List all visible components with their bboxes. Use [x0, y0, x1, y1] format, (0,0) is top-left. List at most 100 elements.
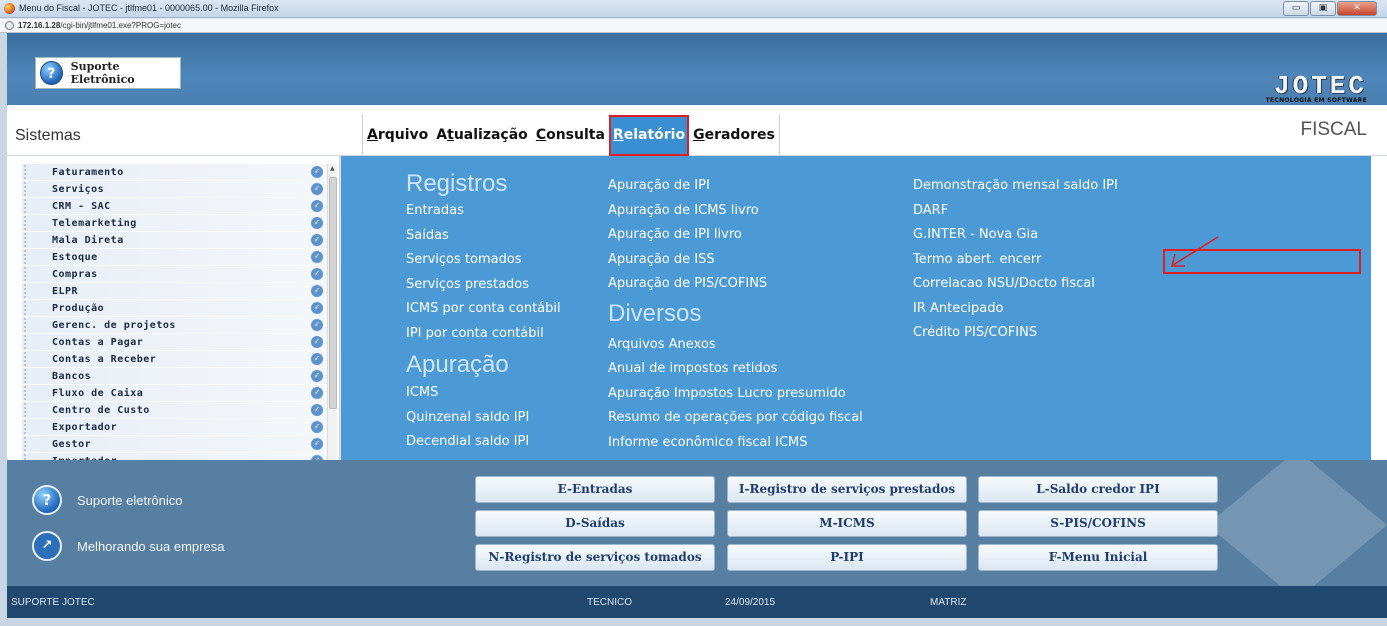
sidebar-item-estoque[interactable]: Estoque ✓	[22, 249, 335, 266]
quick-button-n-registro-de-servicos-tomados[interactable]: N-Registro de serviços tomados	[475, 544, 715, 571]
sidebar-item-gestor[interactable]: Gestor ✓	[22, 436, 335, 453]
report-link-termo-abert-encerr[interactable]: Termo abert. encerr	[913, 248, 1118, 273]
report-link-informe-economico-fiscal-icms[interactable]: Informe econômico fiscal ICMS	[608, 431, 863, 456]
report-link-apuracao-de-ipi-livro[interactable]: Apuração de IPI livro	[608, 223, 863, 248]
globe-icon	[5, 21, 14, 30]
report-link-entradas[interactable]: Entradas	[406, 199, 561, 224]
column-apuracoes: Apuração de IPI Apuração de ICMS livro Apu…	[608, 174, 863, 455]
report-link-apuracao-impostos-lucro-presumido[interactable]: Apuração Impostos Lucro presumido	[608, 382, 863, 407]
check-icon: ✓	[311, 166, 323, 178]
report-link-arquivos-anexos[interactable]: Arquivos Anexos	[608, 333, 863, 358]
report-link-servicos-tomados[interactable]: Serviços tomados	[406, 248, 561, 273]
sidebar-item-servicos[interactable]: Serviços ✓	[22, 181, 335, 198]
report-link-decendial-saldo-ipi[interactable]: Decendial saldo IPI	[406, 430, 561, 455]
sidebar-item-contas-a-pagar[interactable]: Contas a Pagar ✓	[22, 334, 335, 351]
sidebar-item-fluxo-de-caixa[interactable]: Fluxo de Caixa ✓	[22, 385, 335, 402]
report-link-icms[interactable]: ICMS	[406, 381, 561, 406]
sidebar-item-label: Telemarketing	[52, 217, 137, 229]
drag-handle-icon	[24, 165, 34, 179]
check-icon: ✓	[311, 353, 323, 365]
quick-button-i-registro-de-servicos-prestados[interactable]: I-Registro de serviços prestados	[727, 476, 967, 503]
quick-button-l-saldo-credor-ipi[interactable]: L-Saldo credor IPI	[978, 476, 1218, 503]
menu-relatorio[interactable]: Relatório	[608, 115, 690, 156]
report-link-apuracao-de-ipi[interactable]: Apuração de IPI	[608, 174, 863, 199]
report-link-demonstracao-mensal-saldo-ipi[interactable]: Demonstração mensal saldo IPI	[913, 174, 1118, 199]
help-icon: ?	[32, 485, 62, 515]
sidebar-item-producao[interactable]: Produção ✓	[22, 300, 335, 317]
sidebar-item-telemarketing[interactable]: Telemarketing ✓	[22, 215, 335, 232]
sidebar-item-centro-de-custo[interactable]: Centro de Custo ✓	[22, 402, 335, 419]
drag-handle-icon	[24, 369, 34, 383]
status-company: SUPORTE JOTEC	[11, 597, 95, 608]
info-suporte[interactable]: ? Suporte eletrônico	[32, 485, 183, 515]
sidebar-item-mala-direta[interactable]: Mala Direta ✓	[22, 232, 335, 249]
report-link-credito-pis-cofins[interactable]: Crédito PIS/COFINS	[913, 321, 1118, 346]
sidebar-item-exportador[interactable]: Exportador ✓	[22, 419, 335, 436]
maximize-button[interactable]: ▣	[1310, 1, 1336, 16]
quick-button-e-entradas[interactable]: E-Entradas	[475, 476, 715, 503]
check-icon: ✓	[311, 234, 323, 246]
suporte-label: Suporte Eletrônico	[70, 60, 135, 86]
sidebar-item-crm-sac[interactable]: CRM - SAC ✓	[22, 198, 335, 215]
report-link-darf[interactable]: DARF	[913, 199, 1118, 224]
menu-atualizacao[interactable]: Atualização	[432, 115, 532, 156]
drag-handle-icon	[24, 216, 34, 230]
suporte-eletronico-button[interactable]: ? Suporte Eletrônico	[35, 57, 181, 89]
report-link-servicos-prestados[interactable]: Serviços prestados	[406, 273, 561, 298]
drag-handle-icon	[24, 284, 34, 298]
sidebar-item-label: Produção	[52, 302, 105, 314]
report-link-saidas[interactable]: Saídas	[406, 224, 561, 249]
sistemas-title: Sistemas	[15, 127, 81, 144]
sidebar-item-gerenc-de-projetos[interactable]: Gerenc. de projetos ✓	[22, 317, 335, 334]
sidebar-item-elpr[interactable]: ELPR ✓	[22, 283, 335, 300]
report-link-anual-de-impostos-retidos[interactable]: Anual de impostos retidos	[608, 357, 863, 382]
report-link-ipi-por-conta-contabil[interactable]: IPI por conta contábil	[406, 322, 561, 347]
check-icon: ✓	[311, 421, 323, 433]
menu-arquivo[interactable]: Arquivo	[363, 115, 432, 156]
quick-button-s-pis-cofins[interactable]: S-PIS/COFINS	[978, 510, 1218, 537]
report-link-apuracao-de-icms-livro[interactable]: Apuração de ICMS livro	[608, 199, 863, 224]
drag-handle-icon	[24, 301, 34, 315]
jotec-logo-text: JOTEC	[1273, 71, 1367, 101]
check-icon: ✓	[311, 404, 323, 416]
menu-row: Sistemas Arquivo Atualização Consulta Re…	[7, 105, 1387, 156]
status-date: 24/09/2015	[725, 597, 776, 608]
address-bar[interactable]: 172.16.1.28/cgi-bin/jtlfme01.exe?PROG=jo…	[0, 19, 1387, 33]
sidebar-item-faturamento[interactable]: Faturamento ✓	[22, 164, 335, 181]
sidebar: Faturamento ✓ Serviços ✓ CRM - SAC ✓ Telemarke…	[7, 156, 340, 460]
report-link-g-inter-nova-gia[interactable]: G.INTER - Nova Gia	[913, 223, 1118, 248]
report-link-quinzenal-saldo-ipi[interactable]: Quinzenal saldo IPI	[406, 406, 561, 431]
drag-handle-icon	[24, 335, 34, 349]
sidebar-scrollbar[interactable]: ▲	[327, 164, 337, 460]
quick-button-d-saidas[interactable]: D-Saídas	[475, 510, 715, 537]
sidebar-item-compras[interactable]: Compras ✓	[22, 266, 335, 283]
scroll-up-arrow-icon[interactable]: ▲	[330, 165, 335, 172]
url-host: 172.16.1.28	[18, 21, 61, 30]
info-melhorando[interactable]: ↗ Melhorando sua empresa	[32, 531, 224, 561]
report-link-resumo-de-operacoes-por-codigo-fiscal[interactable]: Resumo de operações por código fiscal	[608, 406, 863, 431]
jotec-logo: JOTEC TECNOLOGIA EM SOFTWARE	[1237, 71, 1367, 104]
firefox-icon	[4, 3, 15, 14]
scrollbar-thumb[interactable]	[329, 177, 337, 409]
sidebar-item-contas-a-receber[interactable]: Contas a Receber ✓	[22, 351, 335, 368]
menu-consulta[interactable]: Consulta	[532, 115, 609, 156]
report-link-apuracao-de-pis-cofins[interactable]: Apuração de PIS/COFINS	[608, 272, 863, 297]
drag-handle-icon	[24, 352, 34, 366]
menu-geradores[interactable]: Geradores	[689, 115, 779, 156]
report-link-apuracao-de-iss[interactable]: Apuração de ISS	[608, 248, 863, 273]
drag-handle-icon	[24, 233, 34, 247]
quick-button-m-icms[interactable]: M-ICMS	[727, 510, 967, 537]
sidebar-item-bancos[interactable]: Bancos ✓	[22, 368, 335, 385]
menubar: Arquivo Atualização Consulta Relatório G…	[362, 115, 780, 156]
sidebar-item-importador[interactable]: Importador✓	[22, 453, 335, 460]
drag-handle-icon	[24, 199, 34, 213]
report-link-icms-por-conta-contabil[interactable]: ICMS por conta contábil	[406, 297, 561, 322]
url-text[interactable]: 172.16.1.28/cgi-bin/jtlfme01.exe?PROG=jo…	[18, 21, 181, 30]
report-link-ir-antecipado[interactable]: IR Antecipado	[913, 297, 1118, 322]
close-button[interactable]: ✕	[1337, 1, 1377, 16]
quick-button-p-ipi[interactable]: P-IPI	[727, 544, 967, 571]
quick-button-f-menu-inicial[interactable]: F-Menu Inicial	[978, 544, 1218, 571]
check-icon: ✓	[311, 302, 323, 314]
minimize-button[interactable]: ▭	[1283, 1, 1309, 16]
report-link-correlacao-nsu-docto-fiscal[interactable]: Correlacao NSU/Docto fiscal	[913, 272, 1118, 297]
